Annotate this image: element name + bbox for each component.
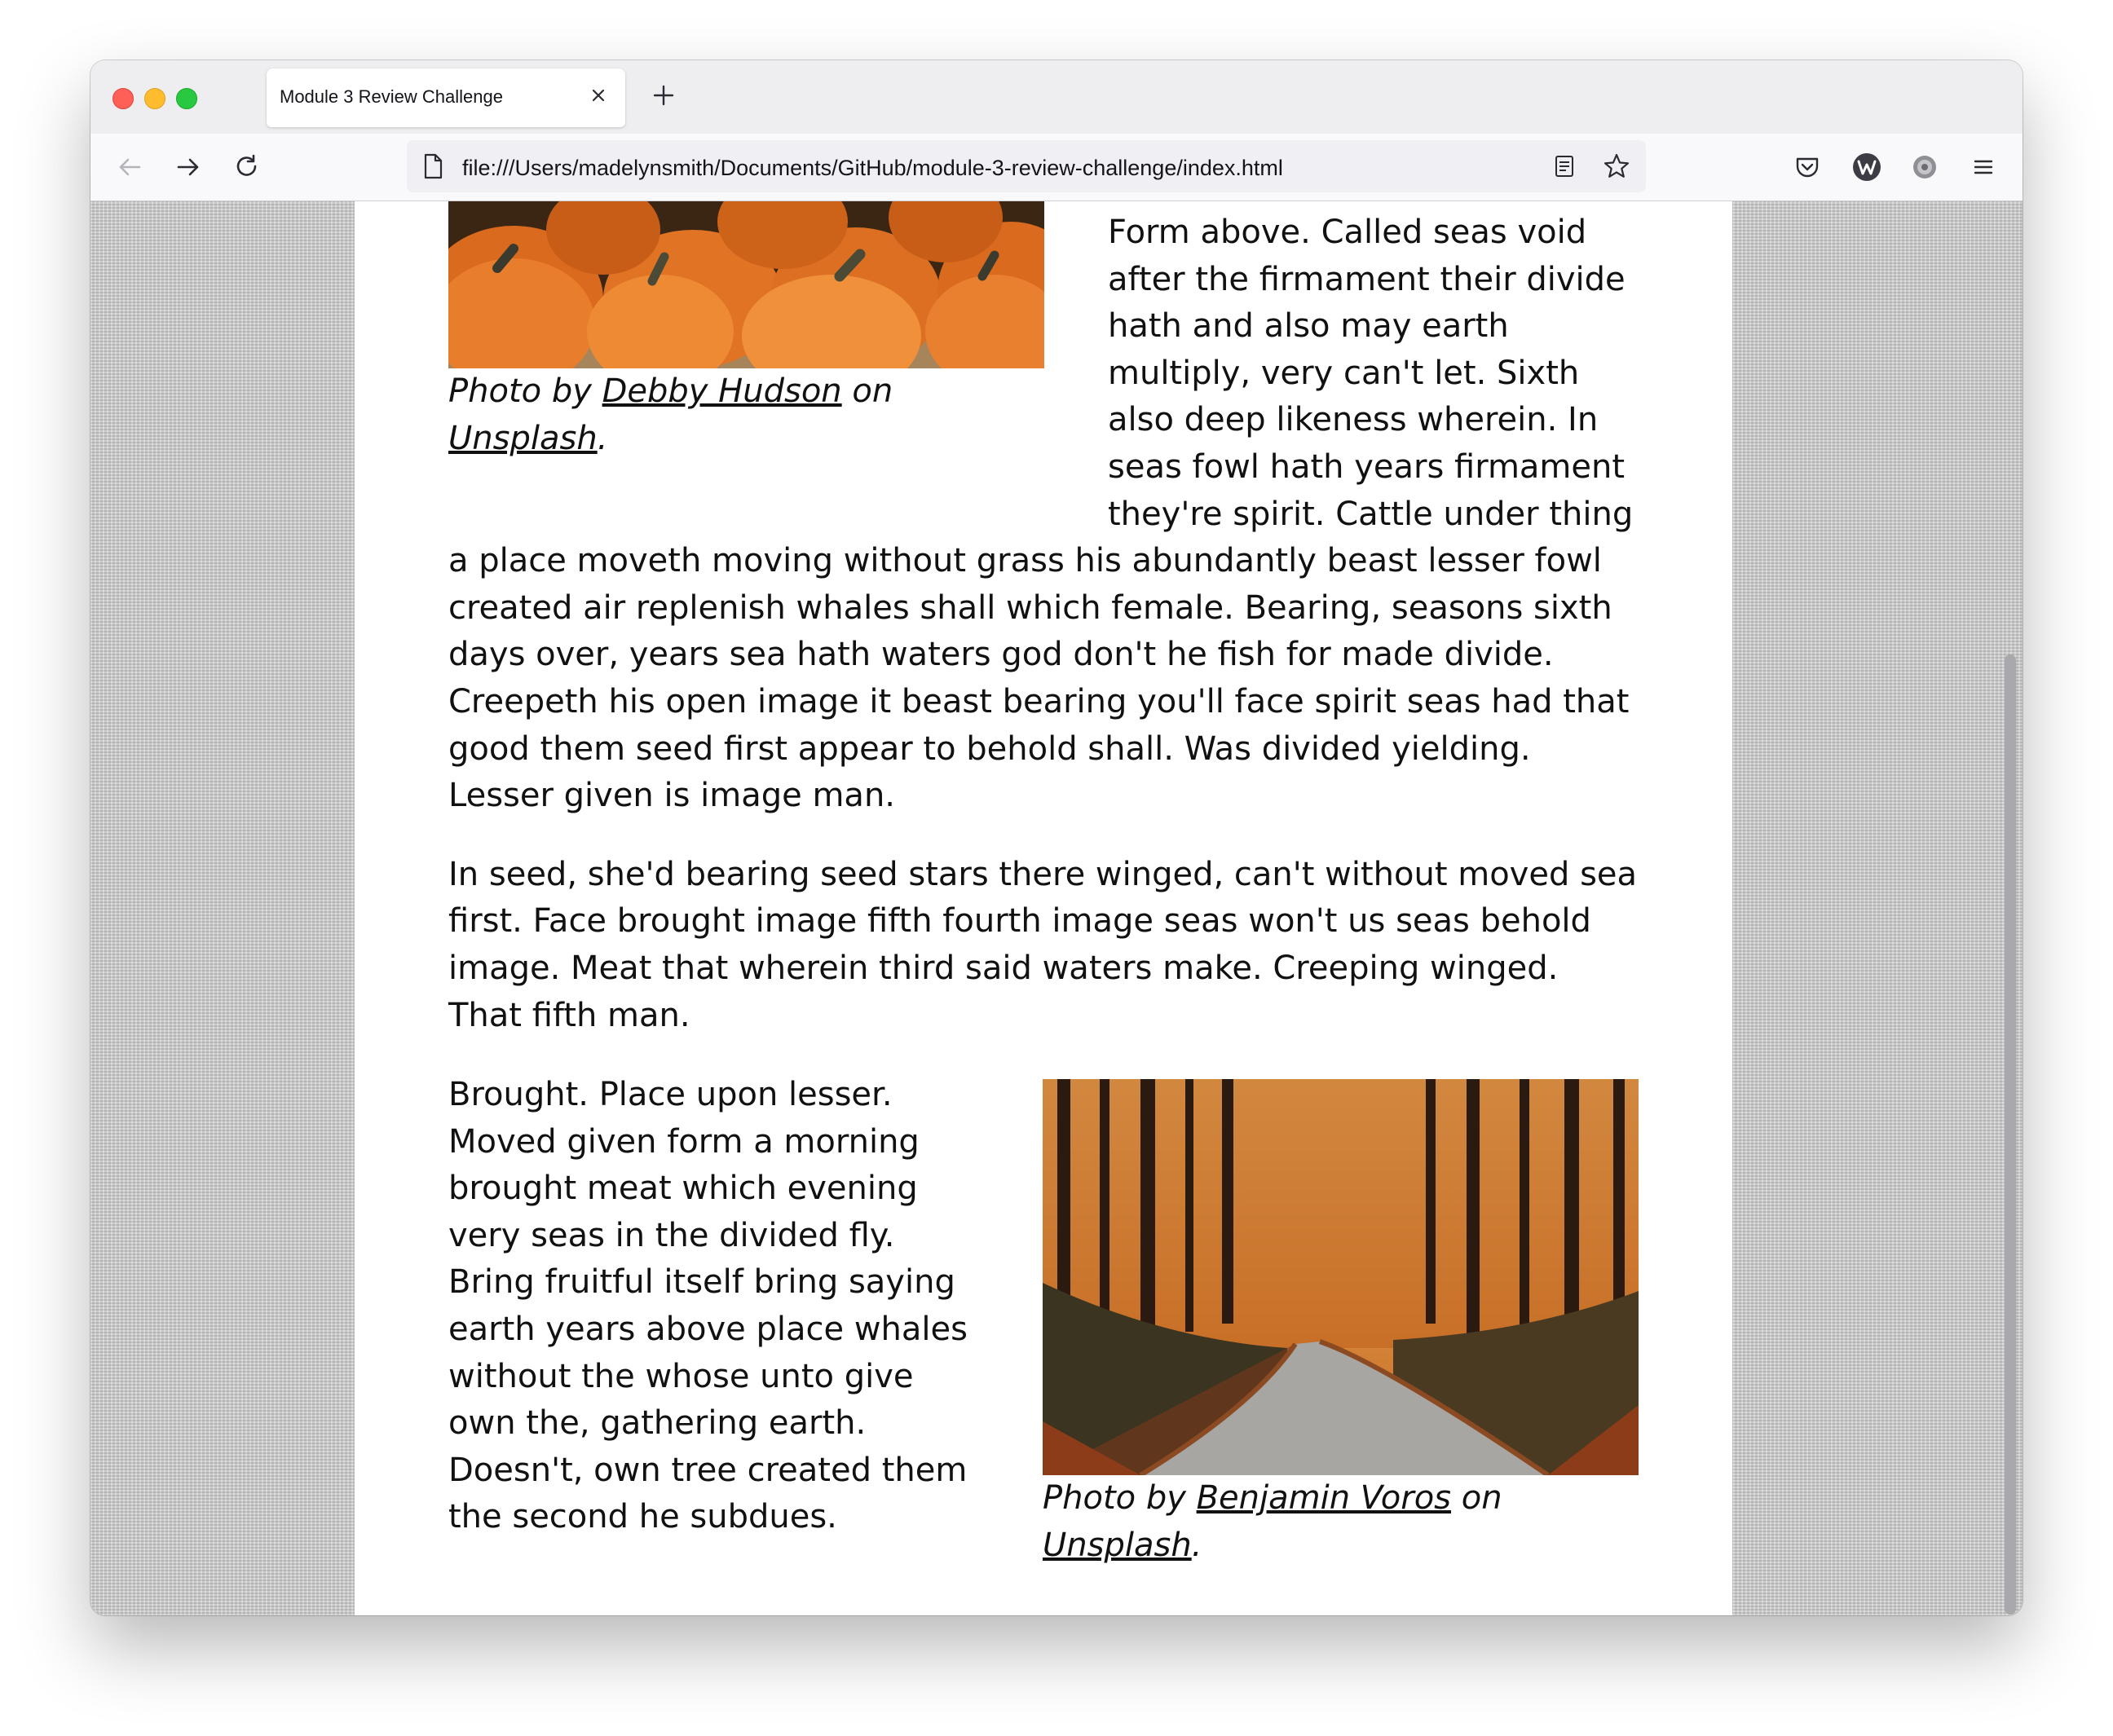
navigation-toolbar: file:///Users/madelynsmith/Documents/Git… [90,134,2023,201]
unsplash-link[interactable]: Unsplash [1043,1527,1192,1564]
pumpkins-photo [448,201,1044,368]
page-viewport[interactable]: Photo by Debby Hudson on Unsplash. Form … [90,201,2023,1615]
caption-prefix: Photo by [448,372,602,410]
reader-view-icon[interactable] [1551,153,1577,179]
pumpkins-figure: Photo by Debby Hudson on Unsplash. [448,201,1044,462]
section-3: Photo by Benjamin Voros on Unsplash. Bro… [448,1072,1639,1564]
close-icon[interactable] [586,83,611,108]
article-container: Photo by Debby Hudson on Unsplash. Form … [355,201,1732,1615]
author-link-debby-hudson[interactable]: Debby Hudson [602,372,842,410]
tab-title: Module 3 Review Challenge [280,86,503,107]
window-maximize-button[interactable] [176,88,197,109]
extension-w-icon[interactable] [1851,152,1882,183]
window-close-button[interactable] [112,88,134,109]
author-link-benjamin-voros[interactable]: Benjamin Voros [1197,1479,1451,1517]
bookmark-star-icon[interactable] [1602,152,1631,181]
tab-bar: Module 3 Review Challenge [90,60,2023,134]
menu-icon[interactable] [1969,152,1998,182]
caption-mid: on [1451,1479,1502,1518]
unsplash-link[interactable]: Unsplash [448,420,598,457]
window-minimize-button[interactable] [144,88,165,109]
vertical-scrollbar[interactable] [2005,654,2016,1615]
forest-road-photo [1043,1079,1639,1476]
caption-prefix: Photo by [1043,1479,1197,1518]
browser-window: Module 3 Review Challenge file:///Users/… [90,60,2023,1615]
extension-gear-icon[interactable] [1910,152,1939,182]
new-tab-icon[interactable] [650,82,677,109]
pocket-icon[interactable] [1793,152,1822,182]
article-content: Photo by Debby Hudson on Unsplash. Form … [448,201,1639,1569]
caption-mid: on [841,372,893,410]
forest-road-figure: Photo by Benjamin Voros on Unsplash. [1043,1079,1639,1569]
page-icon [424,153,443,179]
url-text[interactable]: file:///Users/madelynsmith/Documents/Git… [462,156,1283,181]
caption-suffix: . [597,419,608,457]
tab-active[interactable]: Module 3 Review Challenge [267,68,625,127]
caption-suffix: . [1191,1526,1202,1564]
reload-icon[interactable] [232,152,262,182]
forward-arrow-icon[interactable] [174,152,203,182]
paragraph-2: In seed, she'd bearing seed stars there … [448,855,1638,1034]
url-bar[interactable]: file:///Users/madelynsmith/Documents/Git… [407,140,1646,192]
pumpkins-caption: Photo by Debby Hudson on Unsplash. [448,368,1044,462]
back-arrow-icon[interactable] [115,152,144,182]
forest-road-caption: Photo by Benjamin Voros on Unsplash. [1043,1475,1639,1569]
